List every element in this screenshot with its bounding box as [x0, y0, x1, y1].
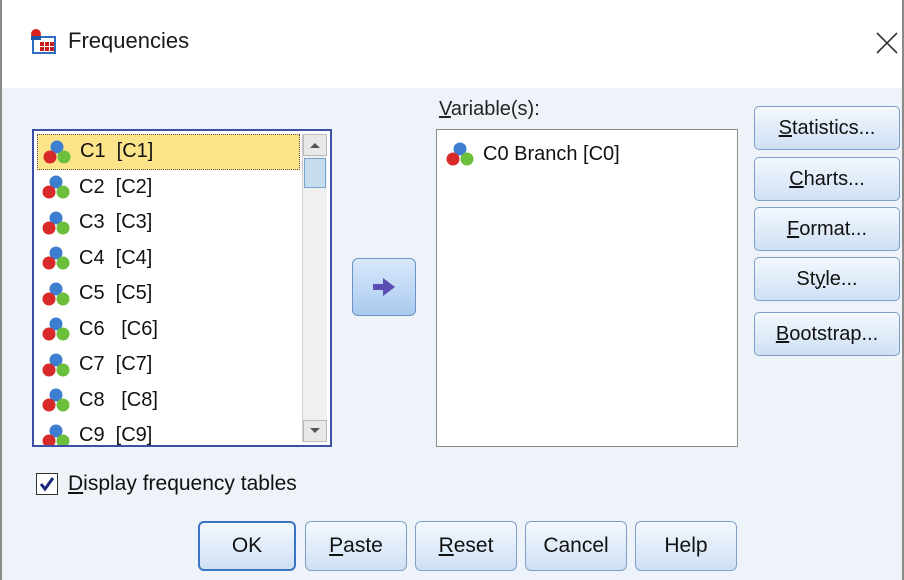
statistics-button[interactable]: Statistics... — [754, 106, 900, 150]
nominal-variable-icon — [42, 175, 70, 199]
source-item-label: C2 [C2] — [79, 175, 153, 198]
reset-button[interactable]: Reset — [415, 521, 517, 571]
source-variable-list[interactable]: C1 [C1] C2 [C2] C3 [C3] C4 [C4] C5 [C5] C6 [C… — [32, 129, 332, 447]
bootstrap-button[interactable]: Bootstrap... — [754, 312, 900, 356]
style-pre: St — [796, 267, 816, 290]
ok-button[interactable]: OK — [198, 521, 296, 571]
window-title: Frequencies — [68, 28, 190, 53]
scroll-up-arrow-icon — [310, 143, 320, 148]
source-list-items: C1 [C1] C2 [C2] C3 [C3] C4 [C4] C5 [C5] C6 [C… — [37, 134, 300, 445]
scroll-thumb[interactable] — [304, 158, 326, 188]
source-item-label: C7 [C7] — [79, 353, 153, 376]
scroll-down-arrow-icon — [310, 428, 320, 433]
style-key: y — [815, 267, 826, 290]
nominal-variable-icon — [42, 353, 70, 377]
paste-key: P — [329, 534, 344, 557]
source-item-label: C5 [C5] — [79, 282, 153, 305]
display-tables-key: D — [68, 472, 84, 495]
nominal-variable-icon — [43, 140, 71, 164]
help-label: Help — [664, 534, 708, 557]
format-key: F — [786, 217, 800, 240]
source-item-label: C6 [C6] — [79, 317, 158, 340]
nominal-variable-icon — [42, 317, 70, 341]
source-item-label: C9 [C9] — [79, 424, 153, 445]
nominal-variable-icon — [42, 211, 70, 235]
title-bar: Frequencies — [2, 0, 902, 88]
source-list-item[interactable]: C4 [C4] — [37, 241, 300, 277]
cancel-button[interactable]: Cancel — [525, 521, 627, 571]
source-list-item[interactable]: C1 [C1] — [37, 134, 300, 170]
charts-key: C — [789, 167, 804, 190]
variables-label-key: V — [439, 98, 451, 120]
source-list-item[interactable]: C8 [C8] — [37, 383, 300, 419]
bootstrap-post: ootstrap... — [789, 322, 879, 345]
display-frequency-tables-label: Display frequency tables — [68, 472, 297, 496]
source-item-label: C8 [C8] — [79, 388, 158, 411]
target-list-item[interactable]: C0 Branch [C0] — [445, 139, 620, 169]
style-post: le... — [825, 267, 858, 290]
display-tables-post: isplay frequency tables — [83, 472, 297, 495]
source-item-label: C1 [C1] — [80, 140, 154, 163]
variables-label-text: ariable(s): — [450, 98, 540, 120]
source-item-label: C3 [C3] — [79, 211, 153, 234]
format-button[interactable]: Format... — [754, 207, 900, 251]
variables-label: Variable(s): — [439, 98, 540, 121]
source-item-label: C4 [C4] — [79, 246, 153, 269]
target-item-label: C0 Branch [C0] — [483, 142, 620, 165]
nominal-variable-icon — [446, 142, 474, 166]
close-icon[interactable] — [874, 30, 900, 56]
checkmark-icon — [39, 477, 55, 492]
statistics-post: tatistics... — [791, 116, 876, 139]
frequencies-app-icon — [31, 29, 56, 54]
help-button[interactable]: Help — [635, 521, 737, 571]
style-button[interactable]: St y le... — [754, 257, 900, 301]
move-variable-button[interactable] — [352, 258, 416, 316]
reset-key: R — [438, 534, 454, 557]
source-list-scrollbar[interactable] — [302, 134, 327, 442]
statistics-key: S — [778, 116, 792, 139]
format-post: ormat... — [799, 217, 867, 240]
paste-post: aste — [343, 534, 383, 557]
paste-button[interactable]: Paste — [305, 521, 407, 571]
source-list-item[interactable]: C3 [C3] — [37, 205, 300, 241]
ok-label: OK — [231, 534, 263, 557]
nominal-variable-icon — [42, 246, 70, 270]
charts-post: harts... — [803, 167, 865, 190]
source-list-item[interactable]: C9 [C9] — [37, 418, 300, 445]
nominal-variable-icon — [42, 282, 70, 306]
source-list-item[interactable]: C2 [C2] — [37, 170, 300, 206]
scroll-down-button[interactable] — [303, 420, 327, 442]
arrow-right-icon — [373, 278, 395, 296]
target-variable-list[interactable]: C0 Branch [C0] — [436, 129, 738, 447]
reset-post: eset — [453, 534, 494, 557]
bootstrap-key: B — [775, 322, 790, 345]
display-frequency-tables-option[interactable]: Display frequency tables — [36, 472, 297, 496]
cancel-label: Cancel — [543, 534, 609, 557]
nominal-variable-icon — [42, 388, 70, 412]
source-list-item[interactable]: C7 [C7] — [37, 347, 300, 383]
scroll-up-button[interactable] — [303, 134, 327, 156]
nominal-variable-icon — [42, 424, 70, 445]
dialog-body: C1 [C1] C2 [C2] C3 [C3] C4 [C4] C5 [C5] C6 [C… — [2, 88, 902, 580]
display-frequency-tables-checkbox[interactable] — [36, 473, 58, 495]
source-list-item[interactable]: C6 [C6] — [37, 312, 300, 348]
source-list-item[interactable]: C5 [C5] — [37, 276, 300, 312]
charts-button[interactable]: Charts... — [754, 157, 900, 201]
